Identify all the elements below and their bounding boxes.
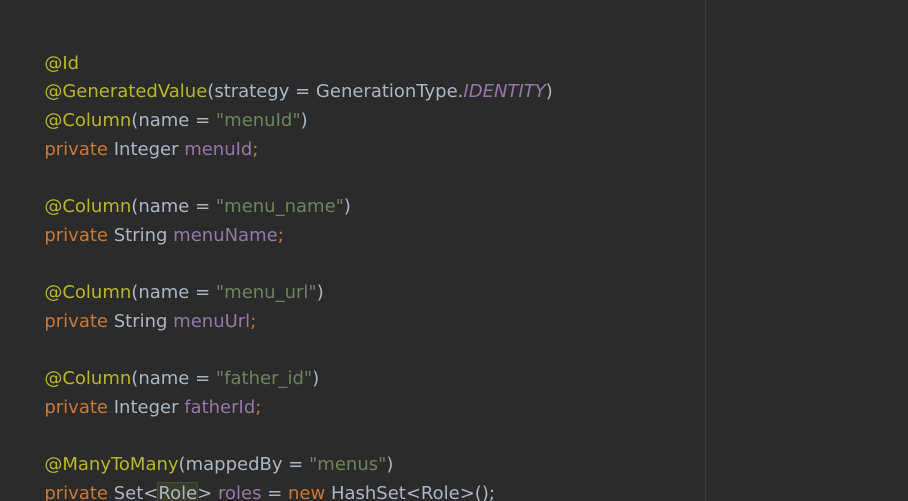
paren: ( (178, 454, 186, 476)
code-line[interactable]: @Column(name = "father_id") (10, 337, 553, 389)
right-margin-guide (705, 0, 706, 501)
field-name: roles (217, 483, 262, 501)
code-line[interactable]: @Column(name = "menu_name") (10, 164, 553, 217)
field-name: menuId (184, 138, 253, 160)
annotation: @Id (44, 52, 80, 74)
type-name: String (108, 310, 174, 332)
operator: = (282, 454, 310, 476)
field-name: fatherId (184, 396, 256, 418)
code-line[interactable]: @GeneratedValue(strategy = GenerationTyp… (10, 50, 552, 102)
annotation: @ManyToMany (44, 454, 179, 476)
keyword: private (44, 483, 108, 501)
keyword: private (44, 310, 108, 332)
operator: = (189, 368, 216, 390)
semicolon: ; (255, 396, 262, 418)
operator: = (189, 282, 216, 304)
type-name: Integer (108, 138, 185, 160)
keyword: new (288, 483, 326, 501)
type-name: > (197, 483, 218, 501)
semicolon: ; (252, 138, 259, 160)
string-literal: "menuId" (215, 110, 301, 132)
param-name: name (138, 196, 190, 218)
type-name: Integer (108, 396, 185, 418)
code-area[interactable]: @Id @GeneratedValue(strategy = Generatio… (10, 21, 553, 501)
annotation: @Column (44, 110, 132, 132)
code-line[interactable]: @ManyToMany(mappedBy = "menus") (10, 423, 553, 475)
operator: = (261, 483, 288, 501)
code-editor[interactable]: @Id @GeneratedValue(strategy = Generatio… (0, 0, 908, 501)
type-name: GenerationType. (315, 81, 464, 103)
operator: = (189, 196, 216, 218)
operator: = (289, 81, 316, 103)
type-name: String (108, 224, 174, 246)
expression: HashSet<Role>(); (325, 483, 495, 501)
param-name: name (138, 282, 190, 304)
paren: ) (316, 282, 324, 304)
param-name: name (138, 110, 190, 132)
operator: = (189, 110, 216, 132)
param-name: mappedBy (185, 454, 283, 476)
param-name: strategy (214, 81, 290, 103)
keyword: private (44, 224, 108, 246)
highlighted-identifier[interactable]: Role (157, 482, 199, 501)
type-name: Set< (108, 483, 159, 501)
paren: ) (300, 110, 308, 132)
annotation: @Column (44, 196, 132, 218)
enum-constant: IDENTITY (463, 81, 546, 103)
keyword: private (44, 396, 108, 418)
semicolon: ; (277, 224, 284, 246)
code-line[interactable]: @Column(name = "menu_url") (10, 251, 553, 303)
annotation: @GeneratedValue (44, 81, 208, 103)
keyword: private (44, 138, 108, 160)
string-literal: "menu_url" (215, 282, 317, 304)
code-line[interactable]: @Id (10, 21, 553, 74)
paren: ) (343, 196, 351, 218)
semicolon: ; (250, 310, 257, 332)
annotation: @Column (44, 282, 132, 304)
paren: ) (386, 454, 394, 476)
field-name: menuName (173, 224, 278, 246)
field-name: menuUrl (173, 310, 251, 332)
annotation: @Column (44, 368, 132, 390)
param-name: name (138, 368, 190, 390)
paren: ) (312, 368, 320, 390)
string-literal: "father_id" (215, 368, 313, 390)
paren: ) (545, 81, 553, 103)
string-literal: "menu_name" (215, 196, 344, 218)
string-literal: "menus" (309, 454, 387, 476)
